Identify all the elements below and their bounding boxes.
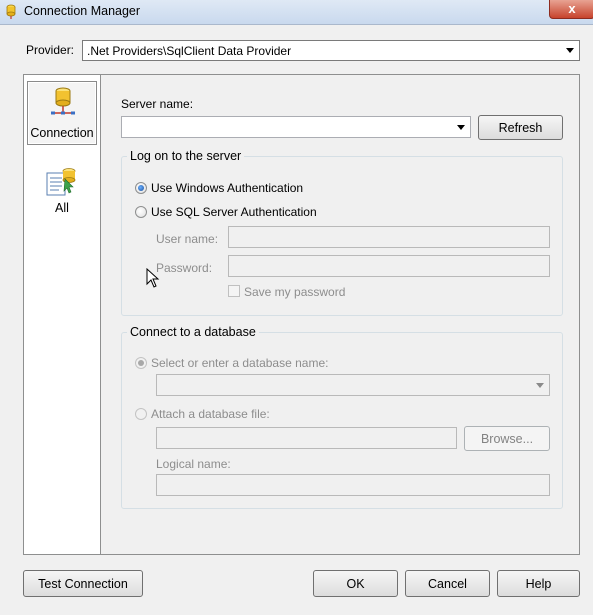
attach-database-label[interactable]: Attach a database file: (151, 407, 270, 421)
title-bar[interactable]: Connection Manager x (0, 0, 593, 25)
chevron-down-icon[interactable] (453, 120, 468, 135)
database-name-combobox[interactable] (156, 374, 550, 396)
refresh-button[interactable]: Refresh (478, 115, 563, 140)
save-password-checkbox[interactable] (228, 285, 240, 297)
connection-page: Server name: Refresh Log on to the serve… (101, 74, 580, 555)
browse-button[interactable]: Browse... (464, 426, 550, 451)
username-label: User name: (156, 232, 219, 246)
nav-item-all[interactable]: All (27, 161, 97, 225)
username-input[interactable] (228, 226, 550, 248)
attach-database-radio[interactable] (135, 408, 147, 420)
attach-file-input[interactable] (156, 427, 457, 449)
chevron-down-icon[interactable] (562, 43, 577, 58)
select-database-radio[interactable] (135, 357, 147, 369)
sql-auth-radio[interactable] (135, 206, 147, 218)
close-button[interactable]: x (549, 0, 593, 19)
password-label: Password: (156, 261, 213, 275)
database-connection-icon (51, 87, 75, 115)
page-selector-pane: Connection All (23, 74, 101, 555)
server-name-label: Server name: (121, 97, 194, 111)
nav-item-connection[interactable]: Connection (27, 81, 97, 145)
nav-item-label: Connection (30, 126, 94, 140)
windows-auth-radio[interactable] (135, 182, 147, 194)
provider-dropdown[interactable]: .Net Providers\SqlClient Data Provider (82, 40, 580, 61)
logical-name-input[interactable] (156, 474, 550, 496)
windows-auth-label[interactable]: Use Windows Authentication (151, 181, 303, 195)
server-name-combobox[interactable] (121, 116, 471, 138)
ok-button[interactable]: OK (313, 570, 398, 597)
mouse-cursor-icon (146, 268, 160, 288)
logon-group-title: Log on to the server (127, 149, 245, 163)
close-icon: x (568, 1, 576, 16)
database-icon (6, 4, 16, 19)
cancel-button[interactable]: Cancel (405, 570, 490, 597)
select-database-label[interactable]: Select or enter a database name: (151, 356, 328, 370)
window-title: Connection Manager (24, 4, 141, 18)
chevron-down-icon[interactable] (532, 378, 547, 393)
database-group-title: Connect to a database (127, 325, 259, 339)
logical-name-label: Logical name: (156, 457, 231, 471)
save-password-label[interactable]: Save my password (244, 285, 345, 299)
provider-value: .Net Providers\SqlClient Data Provider (87, 44, 292, 58)
password-input[interactable] (228, 255, 550, 277)
sql-auth-label[interactable]: Use SQL Server Authentication (151, 205, 317, 219)
test-connection-button[interactable]: Test Connection (23, 570, 143, 597)
provider-label: Provider: (26, 43, 75, 57)
help-button[interactable]: Help (497, 570, 580, 597)
connection-manager-window: Connection Manager x Provider: .Net Prov… (0, 0, 593, 615)
all-properties-icon (46, 168, 76, 196)
nav-item-label: All (55, 201, 69, 215)
